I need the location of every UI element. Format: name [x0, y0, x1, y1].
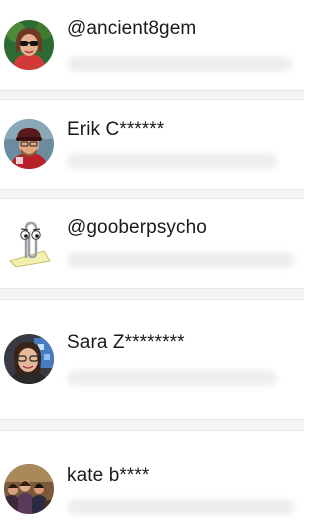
contact-item[interactable]: @gooberpsycho	[0, 199, 304, 289]
contact-item[interactable]: Sara Z********	[0, 300, 304, 419]
contact-list: @ancient8gem Erik C****** @gooberpsycho …	[0, 0, 304, 529]
email-redacted	[67, 56, 292, 72]
contact-item[interactable]: @ancient8gem	[0, 0, 304, 92]
woman-sunglasses-avatar	[4, 20, 54, 70]
paperclip-avatar	[4, 217, 54, 267]
email-redacted	[67, 499, 295, 515]
woman-glasses-avatar	[4, 334, 54, 384]
contact-name: Erik C******	[67, 119, 165, 140]
group-photo-avatar	[4, 464, 54, 514]
contact-item[interactable]: kate b****	[0, 431, 304, 529]
contact-name: @gooberpsycho	[67, 217, 207, 238]
divider	[0, 90, 304, 100]
man-cap-avatar	[4, 119, 54, 169]
contact-name: Sara Z********	[67, 332, 185, 353]
contact-name: @ancient8gem	[67, 18, 197, 39]
email-redacted	[67, 153, 277, 169]
email-redacted	[67, 370, 277, 386]
contact-item[interactable]: Erik C******	[0, 100, 304, 198]
divider	[0, 288, 304, 300]
divider	[0, 419, 304, 431]
email-redacted	[67, 252, 295, 268]
divider	[0, 189, 304, 199]
contact-name: kate b****	[67, 465, 150, 486]
